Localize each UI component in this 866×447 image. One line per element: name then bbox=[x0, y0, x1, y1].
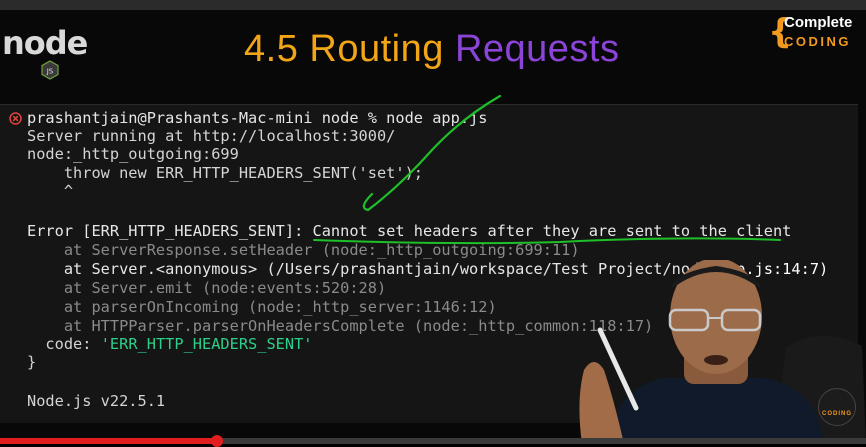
annotation-underline bbox=[313, 237, 781, 245]
annotation-checkmark bbox=[362, 94, 502, 212]
small-badge-text: CODING bbox=[822, 411, 852, 417]
video-progress-knob[interactable] bbox=[211, 435, 223, 447]
video-progress-fill bbox=[0, 438, 217, 444]
small-coding-badge: CODING bbox=[818, 388, 856, 426]
